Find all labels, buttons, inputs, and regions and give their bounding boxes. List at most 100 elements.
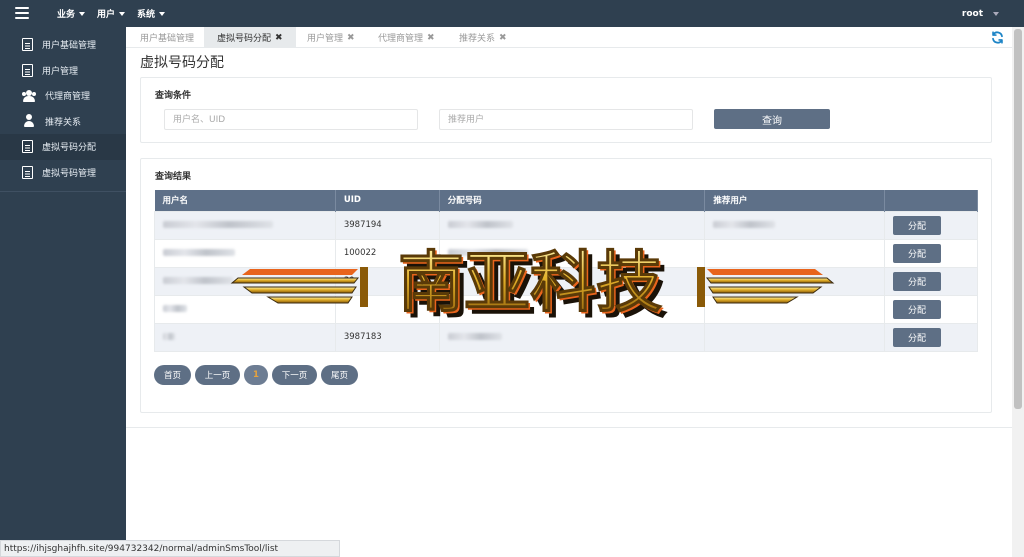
redacted-text bbox=[447, 249, 528, 256]
last-page-button[interactable]: 尾页 bbox=[321, 365, 358, 385]
prev-page-button[interactable]: 上一页 bbox=[195, 365, 240, 385]
table-row: 分配 bbox=[154, 294, 978, 324]
cell-number bbox=[438, 294, 706, 324]
content-divider bbox=[126, 427, 1012, 428]
caret-down-icon bbox=[993, 11, 999, 16]
referrer-input[interactable] bbox=[439, 109, 693, 130]
tab-label: 推荐关系 bbox=[459, 34, 496, 44]
column-header-assigned-number: 分配号码 bbox=[439, 190, 706, 211]
cell-username bbox=[154, 210, 336, 240]
pagination: 首页 上一页 1 下一页 尾页 bbox=[154, 365, 362, 385]
results-panel-title: 查询结果 bbox=[155, 172, 192, 182]
nav-system[interactable]: 系统 bbox=[137, 7, 166, 20]
document-icon bbox=[22, 165, 33, 179]
current-page-button[interactable]: 1 bbox=[244, 365, 268, 385]
cell-uid: 100022 bbox=[334, 238, 440, 268]
close-icon[interactable]: ✖ bbox=[347, 33, 355, 43]
next-page-button[interactable]: 下一页 bbox=[272, 365, 317, 385]
tab-virtual-number-assign[interactable]: 虚拟号码分配 ✖ bbox=[204, 27, 296, 48]
cell-uid: 3987194 bbox=[334, 210, 440, 240]
cell-referrer bbox=[704, 238, 886, 268]
nav-user[interactable]: 用户 bbox=[97, 7, 126, 20]
table-row: 3987194 分配 bbox=[154, 210, 978, 240]
page-scrollbar[interactable] bbox=[1012, 27, 1024, 557]
sidebar-item-label: 虚拟号码管理 bbox=[42, 168, 97, 179]
column-header-uid: UID bbox=[335, 190, 440, 211]
cell-referrer bbox=[704, 210, 886, 240]
tab-user-basic[interactable]: 用户基础管理 bbox=[140, 27, 194, 48]
redacted-text bbox=[163, 333, 175, 340]
sidebar-item-label: 用户基础管理 bbox=[42, 41, 97, 52]
document-icon bbox=[22, 63, 33, 77]
table-row: 3987183 分配 bbox=[154, 322, 978, 352]
cell-action: 分配 bbox=[884, 210, 978, 240]
sidebar-item-user-basic[interactable]: 用户基础管理 bbox=[0, 32, 126, 58]
caret-down-icon bbox=[159, 11, 166, 16]
cell-username bbox=[154, 322, 336, 352]
cell-action: 分配 bbox=[884, 238, 978, 268]
cell-username bbox=[154, 238, 336, 268]
sidebar-item-label: 推荐关系 bbox=[45, 117, 82, 128]
user-name: root bbox=[961, 8, 983, 19]
close-icon[interactable]: ✖ bbox=[275, 33, 283, 43]
assign-button[interactable]: 分配 bbox=[893, 215, 942, 235]
status-bar-url: https://ihjsghajhfh.site/994732342/norma… bbox=[0, 540, 340, 557]
tab-user-manage[interactable]: 用户管理 ✖ bbox=[307, 27, 355, 48]
cell-uid: 3987183 bbox=[334, 322, 440, 352]
redacted-text bbox=[447, 333, 502, 340]
sidebar-item-virtual-number-assign[interactable]: 虚拟号码分配 bbox=[0, 134, 126, 160]
column-header-username: 用户名 bbox=[154, 190, 336, 211]
results-table: 用户名 UID 分配号码 推荐用户 3987194 分配 100022 分配 3… bbox=[154, 190, 978, 352]
assign-button[interactable]: 分配 bbox=[893, 299, 942, 319]
page-title: 虚拟号码分配 bbox=[140, 55, 224, 71]
query-panel-title: 查询条件 bbox=[155, 91, 192, 101]
table-header-row: 用户名 UID 分配号码 推荐用户 bbox=[154, 190, 978, 211]
cell-number bbox=[438, 266, 706, 296]
sidebar-item-label: 虚拟号码分配 bbox=[42, 143, 97, 154]
sidebar-item-virtual-number-manage[interactable]: 虚拟号码管理 bbox=[0, 160, 126, 186]
cell-number bbox=[438, 210, 706, 240]
tab-agent-manage[interactable]: 代理商管理 ✖ bbox=[378, 27, 435, 48]
cell-uid bbox=[334, 294, 440, 324]
caret-down-icon bbox=[79, 11, 86, 16]
assign-button[interactable]: 分配 bbox=[893, 271, 942, 291]
tab-label: 用户基础管理 bbox=[140, 34, 195, 44]
document-icon bbox=[22, 140, 33, 154]
user-menu[interactable]: root bbox=[962, 0, 999, 27]
redacted-text bbox=[713, 221, 776, 228]
scrollbar-thumb[interactable] bbox=[1014, 29, 1022, 409]
sidebar-item-agent-manage[interactable]: 代理商管理 bbox=[0, 83, 126, 109]
nav-business-label: 业务 bbox=[57, 10, 76, 20]
nav-system-label: 系统 bbox=[137, 10, 156, 20]
top-nav: 业务 用户 系统 bbox=[57, 0, 177, 27]
sidebar-menu: 用户基础管理 用户管理 代理商管理 推荐关系 虚拟号码分配 虚拟号码管理 bbox=[0, 27, 126, 192]
menu-toggle-icon[interactable] bbox=[15, 7, 29, 19]
cell-number bbox=[438, 322, 706, 352]
close-icon[interactable]: ✖ bbox=[427, 33, 435, 43]
redacted-text bbox=[163, 277, 233, 284]
redacted-text bbox=[163, 221, 273, 228]
query-button[interactable]: 查询 bbox=[714, 109, 830, 129]
top-navbar: 业务 用户 系统 root bbox=[0, 0, 1024, 27]
redacted-text bbox=[163, 305, 187, 312]
tab-referral[interactable]: 推荐关系 ✖ bbox=[459, 27, 507, 48]
assign-button[interactable]: 分配 bbox=[893, 243, 942, 263]
username-uid-input[interactable] bbox=[164, 109, 418, 130]
tab-label: 虚拟号码分配 bbox=[217, 34, 272, 44]
assign-button[interactable]: 分配 bbox=[893, 327, 942, 347]
refresh-icon[interactable] bbox=[991, 31, 1004, 44]
close-icon[interactable]: ✖ bbox=[499, 33, 507, 43]
sidebar-item-referral[interactable]: 推荐关系 bbox=[0, 109, 126, 135]
redacted-text bbox=[163, 249, 235, 256]
sidebar-item-label: 用户管理 bbox=[42, 66, 79, 77]
column-header-referrer: 推荐用户 bbox=[704, 190, 886, 211]
nav-business[interactable]: 业务 bbox=[57, 7, 86, 20]
column-header-action bbox=[884, 190, 978, 211]
cell-number bbox=[438, 238, 706, 268]
sidebar-item-user-manage[interactable]: 用户管理 bbox=[0, 58, 126, 84]
tab-label: 用户管理 bbox=[307, 34, 344, 44]
users-icon bbox=[22, 89, 36, 103]
cell-username bbox=[154, 266, 336, 296]
first-page-button[interactable]: 首页 bbox=[154, 365, 191, 385]
cell-uid: 39 bbox=[334, 266, 440, 296]
